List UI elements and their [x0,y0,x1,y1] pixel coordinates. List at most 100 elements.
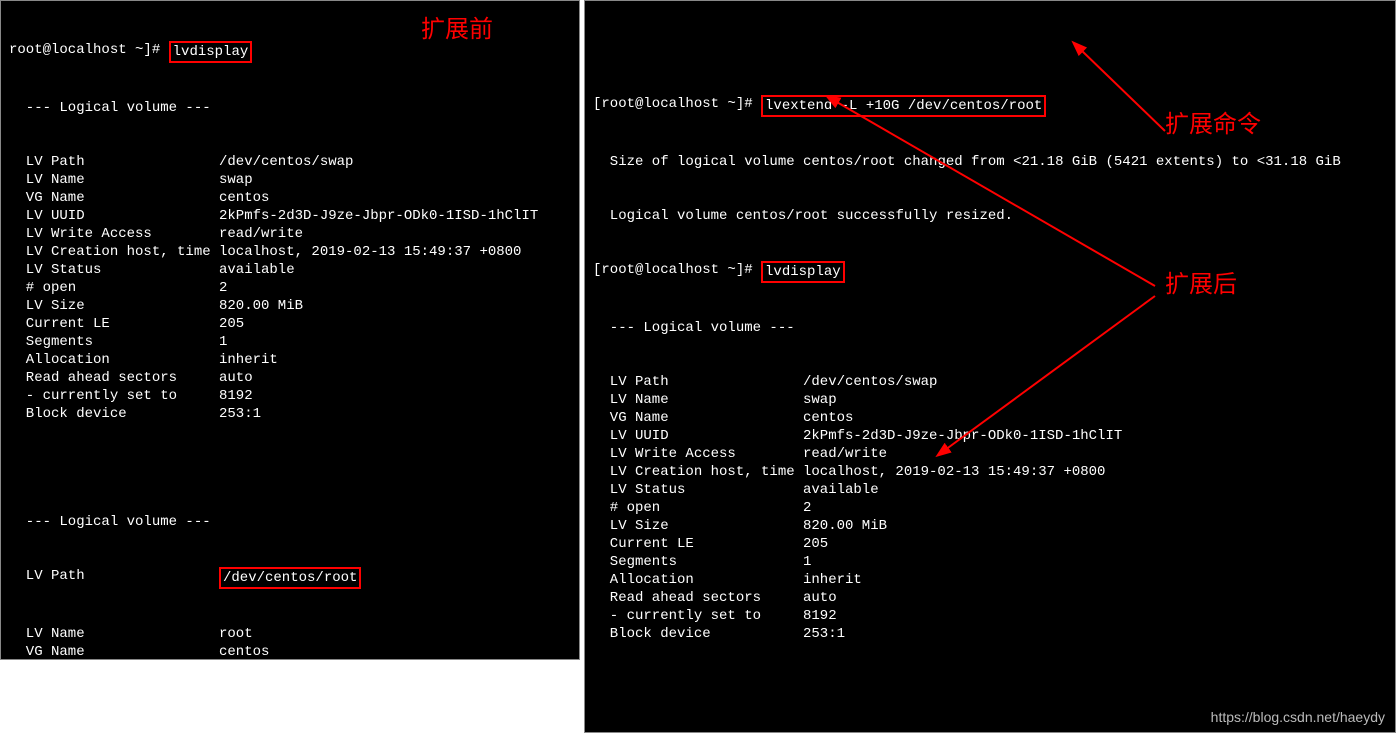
field-label: LV Write Access [9,225,219,243]
cmd-lvextend: lvextend -L +10G /dev/centos/root [761,95,1046,117]
lv-path-line: LV Path/dev/centos/root [9,567,571,589]
field-label: LV Path [9,153,219,171]
terminal-line: Allocationinherit [9,351,571,369]
terminal-line: LV Nameroot [9,625,571,643]
blank-line [593,679,1387,697]
field-value: 253:1 [803,625,845,643]
annotation-after: 扩展后 [1165,276,1237,294]
terminal-line: Segments1 [9,333,571,351]
terminal-right[interactable]: [root@localhost ~]# lvextend -L +10G /de… [584,0,1396,733]
field-label: Current LE [593,535,803,553]
field-value: centos [219,643,269,660]
field-value: 820.00 MiB [219,297,303,315]
field-label: LV Status [9,261,219,279]
field-label: # open [9,279,219,297]
field-label: LV UUID [593,427,803,445]
field-value: available [219,261,295,279]
shell-prompt: root@localhost ~]# [9,41,169,63]
root-volume-block-1: LV Nameroot VG Namecentos LV UUIDRfHZlb-… [9,625,571,660]
field-value: inherit [219,351,278,369]
field-value: 205 [219,315,244,333]
terminal-line: LV Creation host, timelocalhost, 2019-02… [9,243,571,261]
terminal-line: root@localhost ~]# lvdisplay [9,41,571,63]
field-label: - currently set to [9,387,219,405]
terminal-line: LV Creation host, timelocalhost, 2019-02… [593,463,1387,481]
terminal-line: LV Path/dev/centos/swap [593,373,1387,391]
terminal-line: - currently set to8192 [593,607,1387,625]
field-value: 820.00 MiB [803,517,887,535]
field-label: Current LE [9,315,219,333]
root-path-value: /dev/centos/root [219,567,361,589]
field-value: swap [803,391,837,409]
cmd-lvdisplay: lvdisplay [761,261,845,283]
terminal-line: Current LE205 [9,315,571,333]
terminal-line: LV Nameswap [9,171,571,189]
field-value: 2kPmfs-2d3D-J9ze-Jbpr-ODk0-1ISD-1hClIT [219,207,538,225]
terminal-line: [root@localhost ~]# lvextend -L +10G /de… [593,95,1387,117]
section-header: --- Logical volume --- [9,99,571,117]
terminal-line: Read ahead sectorsauto [9,369,571,387]
field-value: localhost, 2019-02-13 15:49:37 +0800 [803,463,1105,481]
field-label: LV Write Access [593,445,803,463]
terminal-line: LV Size820.00 MiB [9,297,571,315]
field-value: 2 [219,279,227,297]
field-value: available [803,481,879,499]
field-value: 8192 [219,387,253,405]
field-label: VG Name [9,643,219,660]
field-label: LV Path [593,373,803,391]
terminal-line: VG Namecentos [9,643,571,660]
terminal-output: Size of logical volume centos/root chang… [593,153,1387,171]
blank-line [9,459,571,477]
field-value: 253:1 [219,405,261,423]
watermark: https://blog.csdn.net/haeydy [1211,708,1385,726]
annotation-before: 扩展前 [421,21,493,39]
terminal-line: # open2 [9,279,571,297]
field-label: Allocation [593,571,803,589]
terminal-line: LV UUID2kPmfs-2d3D-J9ze-Jbpr-ODk0-1ISD-1… [593,427,1387,445]
field-value: 205 [803,535,828,553]
terminal-line: Block device253:1 [9,405,571,423]
terminal-line: LV Nameswap [593,391,1387,409]
field-value: read/write [219,225,303,243]
section-header: --- Logical volume --- [9,513,571,531]
field-label: Read ahead sectors [593,589,803,607]
terminal-line: VG Namecentos [9,189,571,207]
terminal-line: - currently set to8192 [9,387,571,405]
terminal-line: LV Path/dev/centos/swap [9,153,571,171]
terminal-line: [root@localhost ~]# lvdisplay [593,261,1387,283]
shell-prompt: [root@localhost ~]# [593,261,761,283]
field-value: 2 [803,499,811,517]
terminal-line: Block device253:1 [593,625,1387,643]
terminal-line: LV Statusavailable [9,261,571,279]
field-value: localhost, 2019-02-13 15:49:37 +0800 [219,243,521,261]
field-value: 1 [219,333,227,351]
cmd-lvdisplay: lvdisplay [169,41,253,63]
field-label: LV Name [593,391,803,409]
terminal-line: LV Statusavailable [593,481,1387,499]
field-label: LV Creation host, time [593,463,803,481]
terminal-line: LV Write Accessread/write [9,225,571,243]
field-label: Block device [9,405,219,423]
terminal-left[interactable]: root@localhost ~]# lvdisplay --- Logical… [0,0,580,660]
terminal-line: Segments1 [593,553,1387,571]
field-label: - currently set to [593,607,803,625]
field-label: VG Name [9,189,219,207]
field-label: LV Path [9,567,219,589]
field-value: root [219,625,253,643]
field-value: /dev/centos/swap [803,373,937,391]
field-label: Block device [593,625,803,643]
field-label: LV Name [9,625,219,643]
field-label: # open [593,499,803,517]
field-label: Segments [9,333,219,351]
terminal-line: Current LE205 [593,535,1387,553]
field-label: LV Size [9,297,219,315]
field-value: 1 [803,553,811,571]
swap-volume-block: LV Path/dev/centos/swap LV Nameswap VG N… [593,373,1387,643]
field-value: inherit [803,571,862,589]
field-value: centos [219,189,269,207]
terminal-line: LV Write Accessread/write [593,445,1387,463]
field-label: VG Name [593,409,803,427]
field-label: Segments [593,553,803,571]
terminal-line: Allocationinherit [593,571,1387,589]
blank-line [593,41,1387,59]
